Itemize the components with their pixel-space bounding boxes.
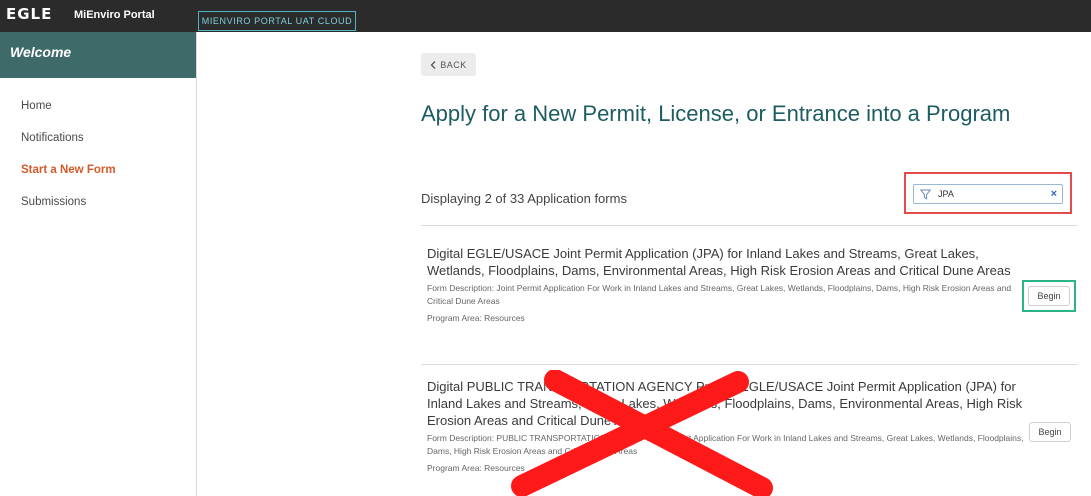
form-list-item: Digital PUBLIC TRANSPORTATION AGENCY Pro… (427, 378, 1027, 475)
filter-input[interactable]: JPA × (913, 184, 1063, 204)
form-program-area: Program Area: Resources (427, 463, 525, 473)
form-description: Form Description: Joint Permit Applicati… (427, 283, 1012, 306)
sidebar-nav: Home Notifications Start a New Form Subm… (0, 78, 196, 228)
back-button[interactable]: BACK (421, 53, 476, 76)
sidebar-item-submissions[interactable]: Submissions (0, 196, 196, 228)
sidebar-item-notifications[interactable]: Notifications (0, 132, 196, 164)
welcome-header: Welcome (0, 32, 196, 78)
filter-value: JPA (938, 189, 954, 199)
clear-filter-icon[interactable]: × (1051, 188, 1057, 200)
form-description: Form Description: PUBLIC TRANSPORTATION … (427, 433, 1024, 456)
filter-icon (920, 189, 934, 200)
divider (421, 225, 1078, 226)
sidebar: Welcome Home Notifications Start a New F… (0, 32, 197, 496)
begin-button[interactable]: Begin (1029, 422, 1071, 442)
sidebar-item-home[interactable]: Home (0, 100, 196, 132)
environment-badge: MIENVIRO PORTAL UAT CLOUD (198, 11, 356, 31)
back-label: BACK (440, 59, 467, 70)
sidebar-item-start-new-form[interactable]: Start a New Form (0, 164, 196, 196)
begin-button[interactable]: Begin (1028, 286, 1070, 306)
page-title: Apply for a New Permit, License, or Entr… (421, 101, 1011, 126)
top-bar: EGLE MiEnviro Portal MIENVIRO PORTAL UAT… (0, 0, 1091, 32)
chevron-left-icon (430, 60, 436, 69)
portal-name[interactable]: MiEnviro Portal (74, 9, 155, 21)
divider (421, 364, 1078, 365)
form-list-item: Digital EGLE/USACE Joint Permit Applicat… (427, 245, 1027, 325)
egle-logo[interactable]: EGLE (6, 5, 52, 23)
filter-highlight: JPA × (904, 172, 1072, 214)
form-program-area: Program Area: Resources (427, 313, 525, 323)
form-title: Digital PUBLIC TRANSPORTATION AGENCY Pro… (427, 379, 1023, 428)
form-title: Digital EGLE/USACE Joint Permit Applicat… (427, 246, 1011, 278)
results-count: Displaying 2 of 33 Application forms (421, 191, 627, 206)
